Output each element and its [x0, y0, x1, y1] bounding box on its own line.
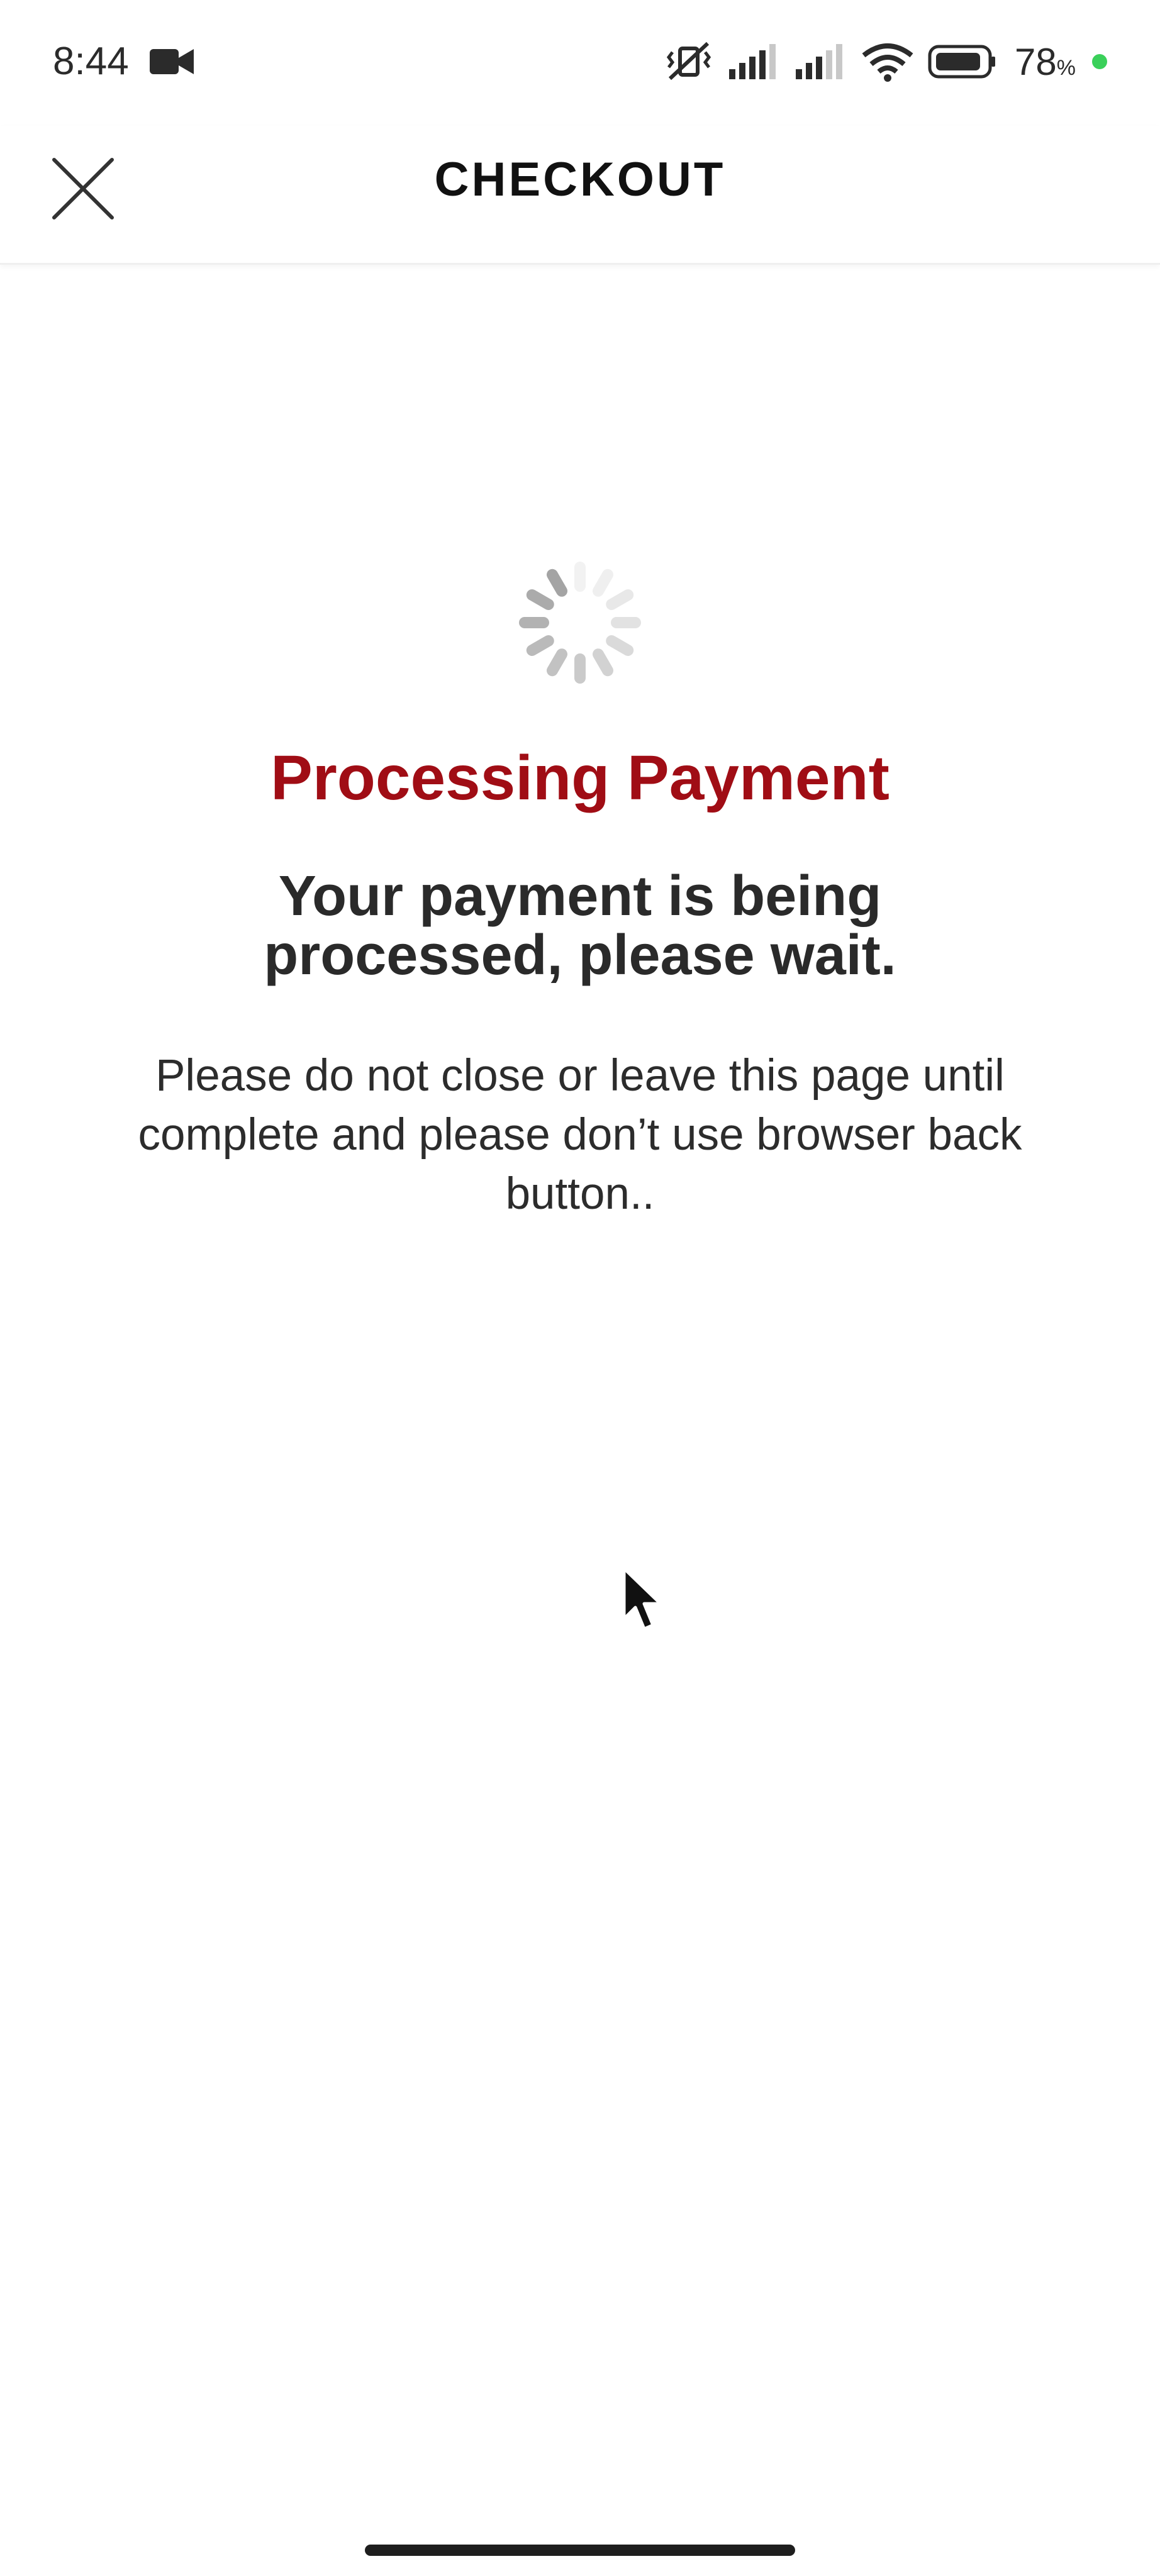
video-camera-icon	[150, 49, 194, 74]
page-title: CHECKOUT	[434, 153, 726, 206]
checkout-header: CHECKOUT	[0, 126, 1160, 265]
status-icons: 78%	[664, 36, 1107, 87]
wifi-icon	[862, 43, 913, 82]
mouse-cursor-icon	[622, 1567, 662, 1631]
signal-icon	[796, 44, 843, 79]
status-time: 8:44	[53, 40, 129, 83]
home-indicator[interactable]	[365, 2545, 795, 2556]
status-bar: 8:44 78%	[0, 0, 1160, 126]
vibrate-mute-icon	[666, 42, 711, 80]
battery-percent: 78%	[1015, 40, 1076, 84]
battery-value: 78	[1015, 40, 1057, 83]
warning-message: Please do not close or leave this page u…	[138, 1051, 1022, 1219]
processing-title: Processing Payment	[270, 743, 890, 813]
battery-unit: %	[1056, 55, 1076, 80]
charging-dot-icon	[1092, 54, 1107, 69]
battery-icon	[928, 45, 996, 79]
loading-spinner-icon	[519, 562, 641, 684]
signal-icon	[729, 44, 776, 79]
processing-subtitle: Your payment is being processed, please …	[264, 865, 896, 987]
